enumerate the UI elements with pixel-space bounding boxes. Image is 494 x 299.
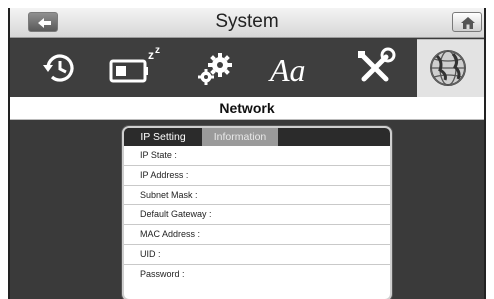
title-bar: System [10, 8, 484, 38]
ip-state-row: IP State : [124, 146, 390, 166]
section-header: Network [10, 97, 484, 120]
tool-font[interactable]: Aa [266, 39, 326, 97]
info-list: IP State : IP Address : Subnet Mask : De… [124, 146, 390, 285]
page-title: System [215, 11, 279, 32]
subnet-mask-row: Subnet Mask : [124, 185, 390, 206]
tab-ip-setting[interactable]: IP Setting [124, 128, 202, 146]
gears-icon [198, 53, 232, 85]
app-frame: System z z Aa Network IP Setting Informa… [8, 8, 486, 299]
svg-text:z: z [155, 45, 160, 56]
home-button[interactable] [452, 12, 482, 32]
svg-text:Aa: Aa [268, 52, 306, 88]
tool-maintenance[interactable] [346, 39, 406, 97]
network-panel: IP Setting Information IP State : IP Add… [122, 126, 392, 299]
svg-text:z: z [148, 48, 154, 62]
panel-tabs: IP Setting Information [124, 128, 390, 146]
tool-history[interactable] [30, 39, 90, 97]
battery-sleep-icon: z z [109, 45, 160, 83]
section-title: Network [219, 100, 275, 116]
password-row: Password : [124, 264, 390, 285]
mac-address-row: MAC Address : [124, 225, 390, 245]
default-gateway-row: Default Gateway : [124, 205, 390, 226]
tab-information[interactable]: Information [202, 128, 278, 146]
tools-icon [358, 47, 396, 82]
tool-settings[interactable] [186, 39, 246, 97]
globe-network-icon [430, 50, 466, 86]
font-icon: Aa [268, 52, 306, 88]
tool-power[interactable]: z z [105, 39, 165, 97]
ip-address-row: IP Address : [124, 165, 390, 186]
uid-row: UID : [124, 244, 390, 265]
tool-network[interactable] [417, 39, 484, 97]
home-icon [461, 17, 475, 29]
history-clock-icon [43, 54, 74, 82]
settings-toolbar: z z Aa [10, 39, 484, 97]
